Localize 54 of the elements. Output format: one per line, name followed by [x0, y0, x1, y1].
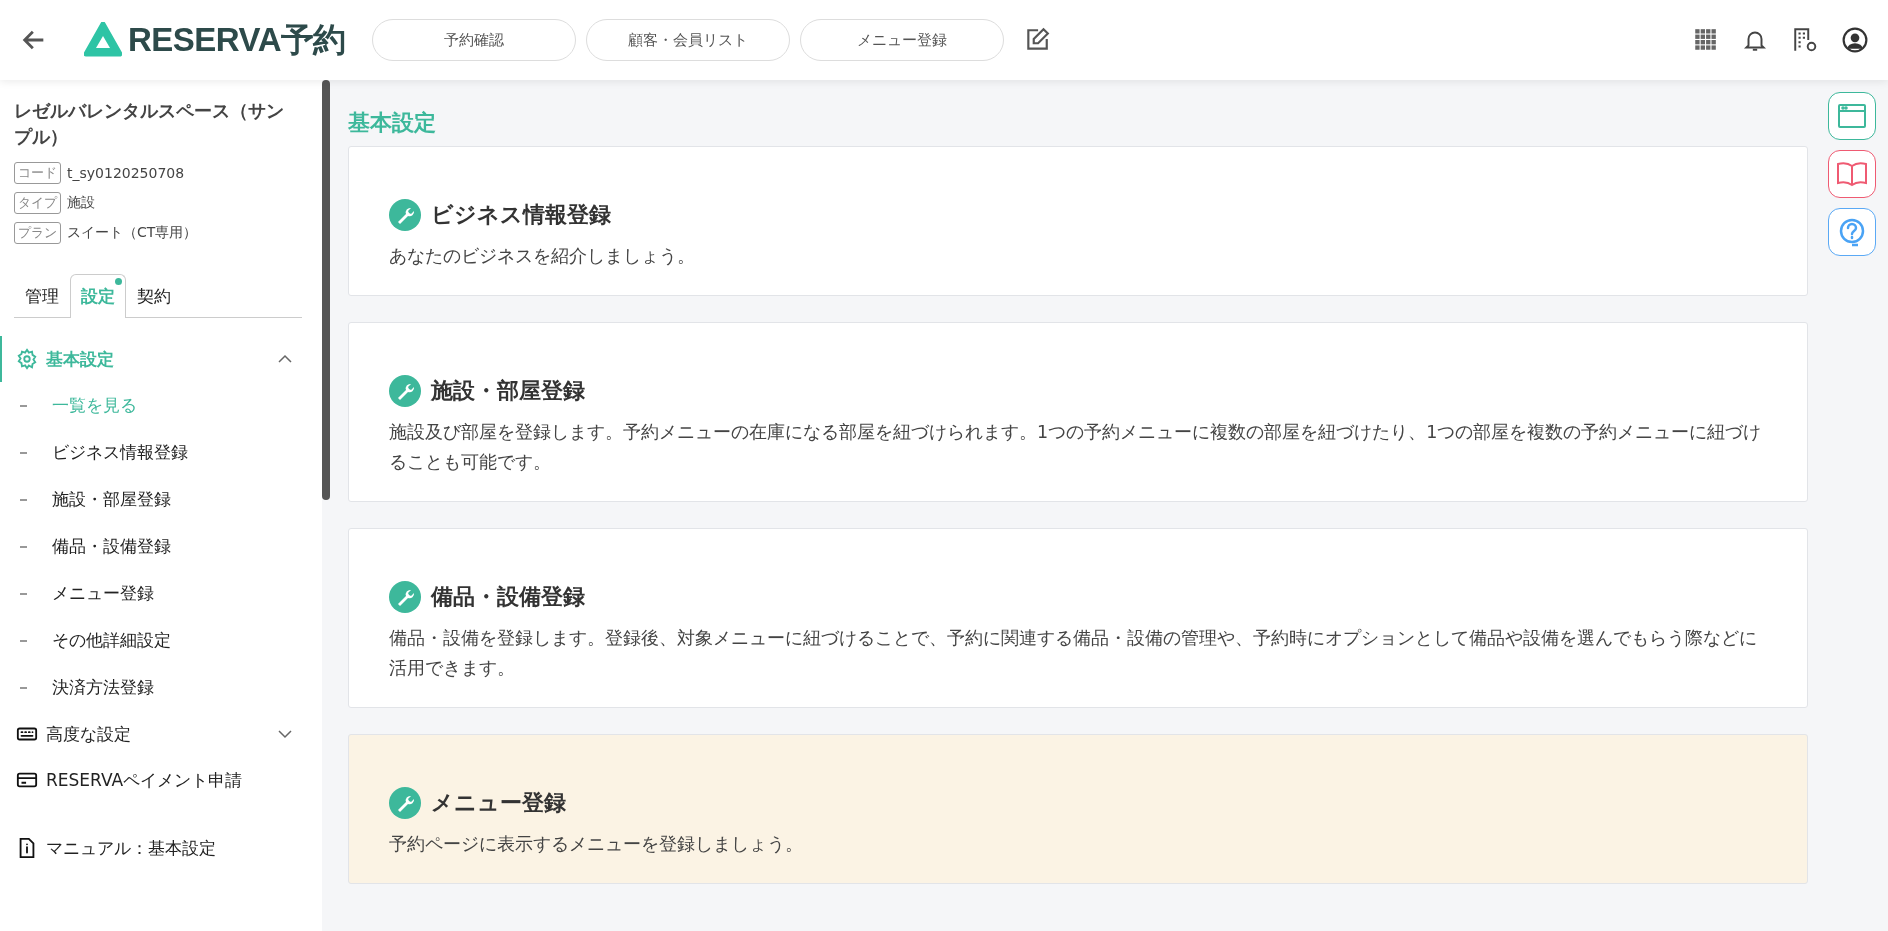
sidebar-link[interactable]: マニュアル：基本設定: [0, 825, 308, 871]
meta-tag: タイプ: [14, 192, 61, 214]
sidebar-item[interactable]: メニュー登録: [0, 570, 292, 617]
card-title: ビジネス情報登録: [431, 201, 611, 229]
facility-name: レゼルバレンタルスペース（サンプル）: [14, 99, 285, 149]
nav-button[interactable]: 予約確認: [372, 19, 576, 61]
wrench-icon: [389, 787, 421, 819]
wrench-icon: [389, 581, 421, 613]
nav-button[interactable]: 顧客・会員リスト: [586, 19, 790, 61]
sidebar-item[interactable]: 備品・設備登録: [0, 523, 292, 570]
sidebar-link[interactable]: RESERVAペイメント申請: [0, 757, 308, 803]
settings-card[interactable]: 施設・部屋登録 施設及び部屋を登録します。予約メニューの在庫になる部屋を紐づけられます。1つの予約メニューに複数の部屋を紐づけたり、1つの部屋を複数の予約メニューに紐づけることも可能です。: [348, 322, 1808, 502]
sidebar-section[interactable]: 高度な設定: [0, 711, 308, 757]
link-label: マニュアル：基本設定: [46, 836, 217, 860]
app-grid-icon[interactable]: [1692, 27, 1718, 53]
sidebar-tab[interactable]: 管理: [14, 274, 70, 318]
sidebar-item[interactable]: 決済方法登録: [0, 664, 292, 711]
meta-value: スイート（CT専用）: [67, 224, 198, 242]
meta-value: 施設: [67, 194, 95, 212]
settings-card[interactable]: 備品・設備登録 備品・設備を登録します。登録後、対象メニューに紐づけることで、予約に関連する備品・設備の管理や、予約時にオプションとして備品や設備を選んでもらう際などに活用できます。: [348, 528, 1808, 708]
card-description: あなたのビジネスを紹介しましょう。: [389, 245, 696, 268]
browser-window-icon: [1837, 103, 1867, 129]
settings-card[interactable]: メニュー登録 予約ページに表示するメニューを登録しましょう。: [348, 734, 1808, 884]
card-title: 施設・部屋登録: [431, 377, 585, 405]
sidebar-item[interactable]: ビジネス情報登録: [0, 429, 292, 476]
link-label: RESERVAペイメント申請: [46, 768, 244, 792]
wrench-icon: [389, 199, 421, 231]
logo-icon: [84, 22, 122, 58]
meta-tag: コード: [14, 162, 61, 184]
sidebar-item[interactable]: その他詳細設定: [0, 617, 292, 664]
card-title: 備品・設備登録: [431, 583, 585, 611]
logo-text: RESERVA予約: [128, 19, 346, 60]
card-description: 備品・設備を登録します。登録後、対象メニューに紐づけることで、予約に関連する備品・設備の管理や、予約時にオプションとして備品や設備を選んでもらう際などに活用できます。: [389, 627, 1758, 680]
edit-icon[interactable]: [1024, 27, 1050, 53]
meta-tag: プラン: [14, 222, 61, 244]
page-title: 基本設定: [348, 109, 437, 137]
nav-button[interactable]: メニュー登録: [800, 19, 1004, 61]
section-label: 基本設定: [46, 347, 115, 371]
user-avatar-icon[interactable]: [1842, 27, 1868, 53]
manual-book-button[interactable]: [1828, 150, 1876, 198]
settings-card[interactable]: ビジネス情報登録 あなたのビジネスを紹介しましょう。: [348, 146, 1808, 296]
card-title: メニュー登録: [431, 789, 566, 817]
meta-value: t_sy0120250708: [67, 165, 185, 181]
section-label: 高度な設定: [46, 722, 132, 746]
sidebar-tab[interactable]: 契約: [126, 274, 182, 318]
scrollbar[interactable]: [322, 80, 330, 500]
building-gear-icon[interactable]: [1792, 27, 1818, 53]
gear-icon: [16, 348, 38, 370]
sidebar-item[interactable]: 施設・部屋登録: [0, 476, 292, 523]
card-description: 予約ページに表示するメニューを登録しましょう。: [389, 833, 804, 856]
support-headset-button[interactable]: [1828, 208, 1876, 256]
open-book-icon: [1836, 161, 1868, 187]
card-description: 施設及び部屋を登録します。予約メニューの在庫になる部屋を紐づけられます。1つの予約メニューに複数の部屋を紐づけたり、1つの部屋を複数の予約メニューに紐づけることも可能です。: [389, 421, 1763, 474]
wrench-icon: [389, 375, 421, 407]
